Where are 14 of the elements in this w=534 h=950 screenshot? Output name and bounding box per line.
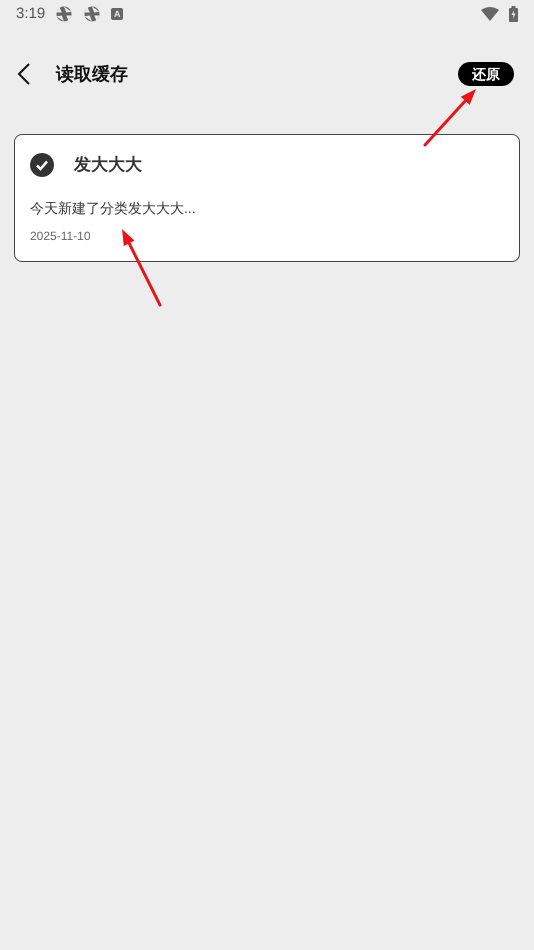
status-time: 3:19 — [16, 4, 46, 24]
wifi-icon — [481, 7, 499, 21]
restore-button[interactable]: 还原 — [458, 62, 514, 86]
back-icon — [17, 62, 31, 86]
cache-card[interactable]: 发大大大 今天新建了分类发大大大... 2025-11-10 — [14, 134, 520, 262]
card-title: 发大大大 — [74, 154, 142, 176]
card-date: 2025-11-10 — [30, 228, 92, 244]
battery-icon — [509, 6, 518, 22]
card-preview: 今天新建了分类发大大大... — [30, 198, 197, 218]
notification-icon: A — [111, 8, 124, 20]
aperture-icon — [83, 5, 102, 23]
page-title: 读取缓存 — [56, 62, 128, 86]
aperture-icon — [55, 5, 74, 23]
check-icon[interactable] — [30, 152, 54, 177]
